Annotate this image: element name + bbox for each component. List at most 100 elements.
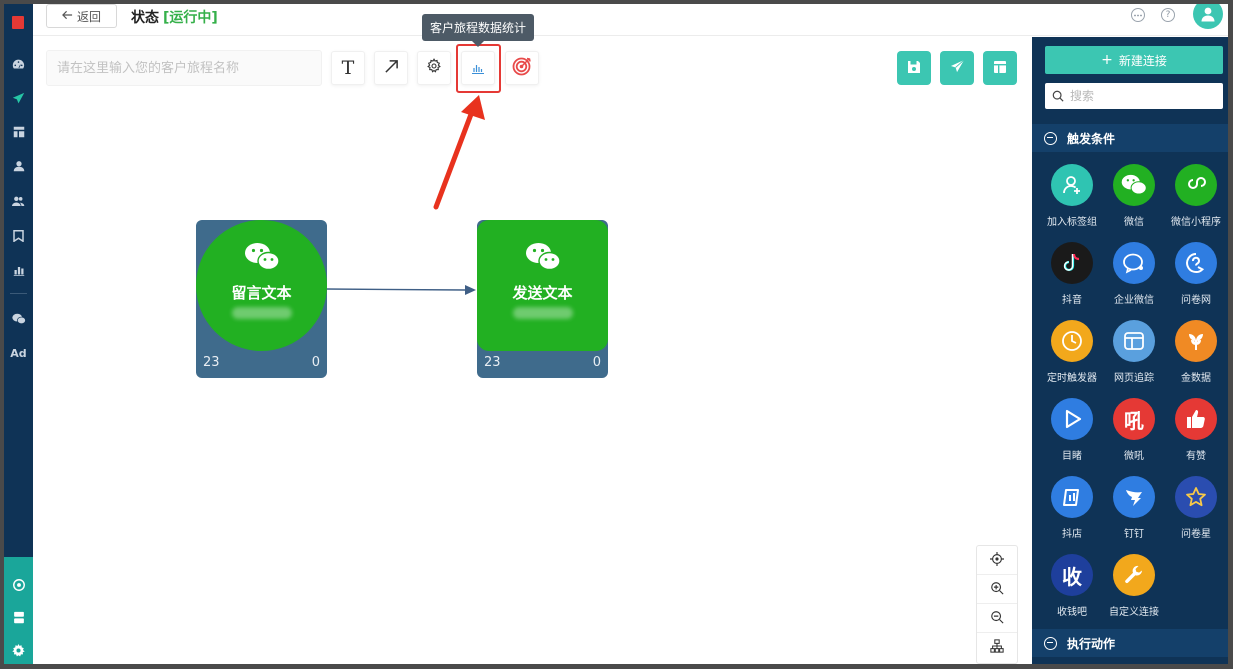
text-tool-button[interactable]: T xyxy=(331,51,365,85)
network-hub-icon[interactable] xyxy=(4,573,33,597)
plus-icon: + xyxy=(1101,52,1113,68)
app-label: 加入标签组 xyxy=(1047,217,1097,228)
node-exited-count: 0 xyxy=(592,355,601,370)
back-button[interactable]: 返回 xyxy=(46,4,117,28)
users-group-icon[interactable] xyxy=(4,189,33,213)
app-youzan[interactable]: 有赞 xyxy=(1166,398,1226,468)
node-entered-count: 23 xyxy=(484,355,501,370)
settings-gear-icon[interactable] xyxy=(4,638,33,662)
app-label: 自定义连接 xyxy=(1109,607,1159,618)
dashboard-icon[interactable] xyxy=(4,52,33,76)
app-wecom[interactable]: 企业微信 xyxy=(1104,242,1164,312)
connector-search xyxy=(1045,83,1223,109)
node-entered-count: 23 xyxy=(203,355,220,370)
app-label: 钉钉 xyxy=(1124,529,1144,540)
app-wenjuanxing[interactable]: 问卷星 xyxy=(1166,476,1226,546)
layout-template-icon xyxy=(993,59,1007,78)
stats-tooltip: 客户旅程数据统计 xyxy=(422,14,534,41)
wechat-icon xyxy=(525,242,561,276)
collapse-icon xyxy=(1044,131,1057,145)
rail-divider xyxy=(10,293,27,294)
node-head: 留言文本 xyxy=(196,220,327,351)
app-vhall[interactable]: 吼 微吼 xyxy=(1104,398,1164,468)
user-icon[interactable] xyxy=(4,154,33,178)
doudian-icon xyxy=(1051,476,1093,518)
layout-icon[interactable] xyxy=(4,120,33,144)
app-douyin[interactable]: 抖音 xyxy=(1042,242,1102,312)
journey-send-icon[interactable] xyxy=(4,86,33,110)
app-label: 定时触发器 xyxy=(1047,373,1097,384)
app-timer-trigger[interactable]: 定时触发器 xyxy=(1042,320,1102,390)
crosshair-icon xyxy=(990,551,1004,570)
clock-icon xyxy=(1051,320,1093,362)
zoom-out-icon xyxy=(990,609,1004,628)
floppy-disk-icon xyxy=(907,59,921,78)
mini-program-icon xyxy=(1175,164,1217,206)
journey-node-message[interactable]: 留言文本 23 0 xyxy=(196,220,327,378)
sitemap-icon xyxy=(990,638,1004,657)
app-mini-program[interactable]: 微信小程序 xyxy=(1166,164,1226,234)
app-wechat[interactable]: 微信 xyxy=(1104,164,1164,234)
diagonal-arrow-icon xyxy=(384,59,399,78)
back-button-label: 返回 xyxy=(76,9,101,24)
node-subtitle-redacted xyxy=(231,307,292,319)
top-bar: 返回 状态 [运行中] ? xyxy=(33,4,1228,36)
paper-plane-icon xyxy=(950,59,965,78)
dingtalk-icon xyxy=(1113,476,1155,518)
locate-button[interactable] xyxy=(977,546,1017,575)
new-connection-label: 新建连接 xyxy=(1118,53,1167,68)
action-section-header[interactable]: 执行动作 xyxy=(1032,629,1228,657)
status-label: 状态 xyxy=(131,10,159,26)
wecom-icon xyxy=(1113,242,1155,284)
goal-tool-button[interactable] xyxy=(505,51,539,85)
journey-name-input[interactable] xyxy=(46,50,322,86)
app-label: 问卷网 xyxy=(1181,295,1211,306)
journey-canvas[interactable]: T 客户旅程数据统计 xyxy=(33,14,1032,664)
wechat-icon[interactable] xyxy=(4,307,33,331)
node-head: 发送文本 xyxy=(477,220,608,351)
save-button[interactable] xyxy=(897,51,931,85)
app-custom-connection[interactable]: 自定义连接 xyxy=(1104,554,1164,624)
message-icon[interactable] xyxy=(1131,8,1145,22)
app-label: 网页追踪 xyxy=(1114,373,1154,384)
app-window: Ad 返回 状态 [运行中] ? 请在这里输入您的客户旅程名称 T 客户旅程数据… xyxy=(4,4,1228,664)
zoom-in-button[interactable] xyxy=(977,575,1017,604)
play-icon xyxy=(1051,398,1093,440)
help-icon[interactable]: ? xyxy=(1161,8,1175,22)
ad-nav-item[interactable]: Ad xyxy=(4,341,33,365)
shouqianba-icon: 收 xyxy=(1051,554,1093,596)
app-shouqianba[interactable]: 收 收钱吧 xyxy=(1042,554,1102,624)
journey-node-send-text[interactable]: 发送文本 23 0 xyxy=(477,220,608,378)
app-add-tag-group[interactable]: 加入标签组 xyxy=(1042,164,1102,234)
app-web-tracking[interactable]: 网页追踪 xyxy=(1104,320,1164,390)
app-wenjuan[interactable]: 问卷网 xyxy=(1166,242,1226,312)
app-label: 抖音 xyxy=(1062,295,1082,306)
jinshuju-icon xyxy=(1175,320,1217,362)
server-icon[interactable] xyxy=(4,605,33,629)
app-doudian[interactable]: 抖店 xyxy=(1042,476,1102,546)
node-connector xyxy=(324,285,476,295)
wechat-icon xyxy=(244,242,280,276)
app-mudu[interactable]: 目睹 xyxy=(1042,398,1102,468)
arrow-tool-button[interactable] xyxy=(374,51,408,85)
app-jinshuju[interactable]: 金数据 xyxy=(1166,320,1226,390)
user-avatar[interactable] xyxy=(1193,4,1223,29)
web-track-icon xyxy=(1113,320,1155,362)
thumb-up-icon xyxy=(1175,398,1217,440)
bar-chart-icon[interactable] xyxy=(4,258,33,282)
app-dingtalk[interactable]: 钉钉 xyxy=(1104,476,1164,546)
tooltip-tail xyxy=(472,41,484,47)
template-button[interactable] xyxy=(983,51,1017,85)
douyin-icon xyxy=(1051,242,1093,284)
left-nav-rail: Ad xyxy=(4,4,33,664)
publish-button[interactable] xyxy=(940,51,974,85)
new-connection-button[interactable]: + 新建连接 xyxy=(1045,46,1223,74)
vhall-icon: 吼 xyxy=(1113,398,1155,440)
connector-search-input[interactable] xyxy=(1070,89,1210,103)
zoom-out-button[interactable] xyxy=(977,604,1017,633)
fit-view-button[interactable] xyxy=(977,633,1017,662)
wenjuan-icon xyxy=(1175,242,1217,284)
trigger-section-header[interactable]: 触发条件 xyxy=(1032,124,1228,152)
settings-tool-button[interactable] xyxy=(417,51,451,85)
bookmark-icon[interactable] xyxy=(4,224,33,248)
